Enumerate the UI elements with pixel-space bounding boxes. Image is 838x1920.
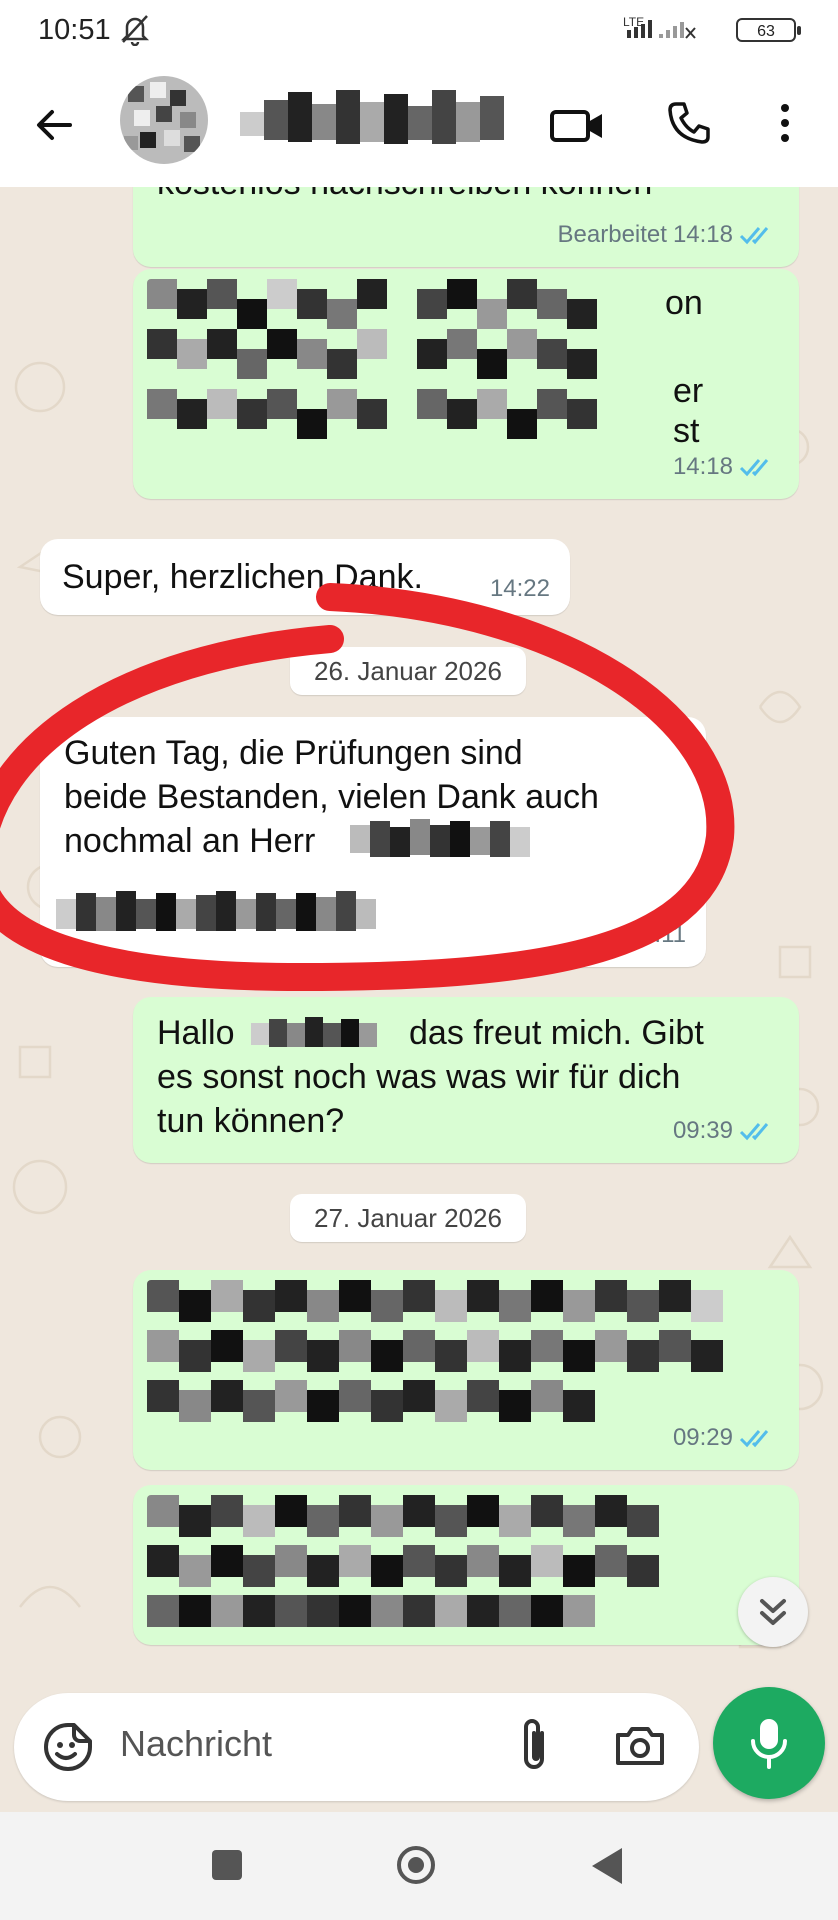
message-bubble-outgoing[interactable]: on er st 14:18 xyxy=(133,269,799,499)
message-meta: 14:22 xyxy=(490,567,550,611)
pixelated-message-text xyxy=(147,279,597,439)
phone-icon[interactable] xyxy=(664,98,714,148)
back-arrow-icon[interactable] xyxy=(30,100,80,150)
message-time: 09:39 xyxy=(672,1117,733,1144)
message-text-line: tun können? xyxy=(157,1102,345,1140)
battery-indicator: 63 xyxy=(736,18,801,42)
voice-message-button[interactable] xyxy=(713,1687,825,1799)
attach-icon[interactable] xyxy=(514,1715,554,1775)
status-time: 10:51 xyxy=(38,14,111,46)
message-text-line: beide Bestanden, vielen Dank auch xyxy=(64,778,599,816)
message-time: 14:18 xyxy=(672,453,733,480)
contact-name-blurred[interactable] xyxy=(240,82,520,162)
message-bubble-outgoing[interactable]: kostenlos nachschreiben können Bearbeite… xyxy=(133,187,799,267)
camera-icon[interactable] xyxy=(614,1721,666,1769)
recent-apps-button[interactable] xyxy=(212,1850,242,1880)
message-text-line: Guten Tag, die Prüfungen sind xyxy=(64,734,523,772)
network-type: LTE xyxy=(623,15,644,29)
read-ticks-icon xyxy=(739,1123,769,1141)
date-separator: 27. Januar 2026 xyxy=(290,1194,526,1242)
message-time: 09:29 xyxy=(672,1424,733,1451)
message-time: 09:11 xyxy=(627,921,686,948)
emoji-sticker-icon[interactable] xyxy=(42,1721,94,1773)
message-meta: 09:39 xyxy=(673,1109,779,1153)
pixelated-message-text xyxy=(147,1495,659,1627)
read-ticks-icon xyxy=(739,1430,769,1448)
system-back-button[interactable] xyxy=(592,1848,622,1884)
pixelated-name xyxy=(251,1017,377,1047)
message-bubble-incoming[interactable]: Super, herzlichen Dank. 14:22 xyxy=(40,539,570,615)
video-call-icon[interactable] xyxy=(548,100,608,150)
avatar[interactable] xyxy=(120,76,208,164)
message-text-line: nochmal an Herr xyxy=(64,822,316,860)
pixelated-name xyxy=(56,891,376,931)
signal-icon: LTE xyxy=(623,15,696,39)
message-bubble-outgoing[interactable] xyxy=(133,1485,799,1645)
message-composer: Nachricht xyxy=(0,1687,838,1807)
message-meta: 09:29 xyxy=(673,1416,779,1460)
edited-label: Bearbeitet xyxy=(557,221,667,248)
bell-muted-icon xyxy=(120,15,150,46)
status-bar: 10:51 LTE 63 xyxy=(0,0,838,62)
chat-header xyxy=(0,62,838,187)
more-vert-icon[interactable] xyxy=(770,98,800,148)
date-separator: 26. Januar 2026 xyxy=(290,647,526,695)
message-text-line: es sonst noch was was wir für dich xyxy=(157,1058,681,1096)
message-text-fragment: er xyxy=(673,372,704,410)
message-text-part: Hallo xyxy=(157,1014,235,1052)
message-time: 14:22 xyxy=(489,575,550,602)
read-ticks-icon xyxy=(739,227,769,245)
message-text-part: das freut mich. Gibt xyxy=(409,1014,704,1052)
message-bubble-outgoing[interactable]: Hallo das freut mich. Gibt es sonst noch… xyxy=(133,997,799,1163)
read-ticks-icon xyxy=(739,459,769,477)
message-bubble-incoming[interactable]: Guten Tag, die Prüfungen sind beide Best… xyxy=(40,717,706,967)
message-meta: 09:11 xyxy=(628,913,686,957)
chat-area[interactable]: kostenlos nachschreiben können Bearbeite… xyxy=(0,187,838,1687)
home-button[interactable] xyxy=(397,1846,435,1884)
message-input[interactable]: Nachricht xyxy=(14,1693,699,1801)
system-nav-bar xyxy=(0,1812,838,1920)
mic-icon xyxy=(751,1719,787,1769)
message-bubble-outgoing[interactable]: 09:29 xyxy=(133,1270,799,1470)
message-time: 14:18 xyxy=(672,221,733,248)
scroll-to-bottom-button[interactable] xyxy=(738,1577,808,1647)
message-text: Super, herzlichen Dank. xyxy=(62,558,423,596)
message-text: kostenlos nachschreiben können xyxy=(157,187,652,205)
message-text-fragment: on xyxy=(665,284,703,322)
message-meta: Bearbeitet 14:18 xyxy=(558,213,779,257)
pixelated-name xyxy=(350,819,530,857)
message-meta: 14:18 xyxy=(673,445,779,489)
pixelated-message-text xyxy=(147,1280,723,1422)
input-placeholder: Nachricht xyxy=(120,1723,273,1764)
double-chevron-down-icon xyxy=(760,1599,786,1625)
